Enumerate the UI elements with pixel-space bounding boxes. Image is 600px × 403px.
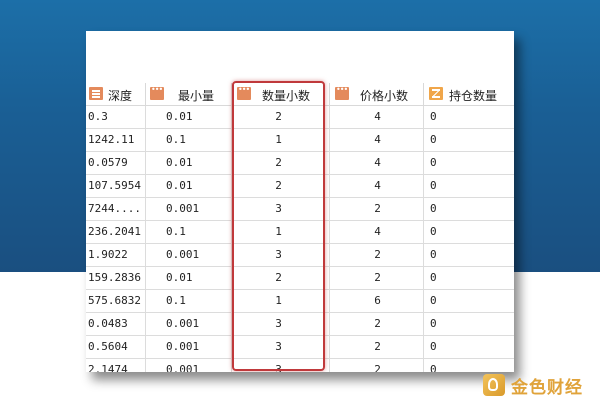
column-header-label: 数量小数 [262, 89, 311, 103]
table-cell: 4 [330, 175, 424, 197]
hourglass-icon [429, 87, 443, 100]
table-cell: 0.01 [146, 152, 232, 174]
table-cell: 0 [430, 110, 437, 123]
table-cell: 236.2041 [86, 221, 146, 243]
table-cell: 159.2836 [86, 267, 146, 289]
table-cell: 0.001 [146, 336, 232, 358]
list-icon [89, 87, 103, 100]
table-cell: 6 [330, 290, 424, 312]
column-header-label: 价格小数 [360, 89, 409, 103]
table-row[interactable]: 1242.11 0.1 1 4 0 [86, 129, 514, 152]
table-cell: 575.6832 [86, 290, 146, 312]
table-cell: 2 [232, 106, 330, 128]
table-cell: 0 [430, 340, 437, 353]
table-cell: 1 [232, 129, 330, 151]
table-row[interactable]: 1.9022 0.001 3 2 0 [86, 244, 514, 267]
table-cell: 0.01 [146, 175, 232, 197]
table-cell: 1 [232, 221, 330, 243]
table-row[interactable]: 107.5954 0.01 2 4 0 [86, 175, 514, 198]
table-cell: 1.9022 [86, 244, 146, 266]
table-cell: 0 [430, 317, 437, 330]
table-row[interactable]: 0.0483 0.001 3 2 0 [86, 313, 514, 336]
table-cell: 107.5954 [86, 175, 146, 197]
table-cell: 2 [330, 359, 424, 372]
table-cell: 3 [232, 359, 330, 372]
table-cell: 2 [232, 152, 330, 174]
table-cell: 0 [430, 202, 437, 215]
table-cell: 2 [330, 313, 424, 335]
column-header-price-decimals[interactable]: 价格小数 [330, 83, 424, 105]
table-cell: 7244.... [86, 198, 146, 220]
table-cell: 2 [232, 267, 330, 289]
table-row[interactable]: 159.2836 0.01 2 2 0 [86, 267, 514, 290]
table-row[interactable]: 0.0579 0.01 2 4 0 [86, 152, 514, 175]
column-header-position-qty[interactable]: 持仓数量 [424, 83, 514, 105]
table-row[interactable]: 2.1474 0.001 3 2 0 [86, 359, 514, 372]
table-cell: 2 [330, 267, 424, 289]
table-header: 深度 最小量 数量小数 价格小数 持仓数量 [86, 83, 514, 106]
table-cell: 0 [430, 294, 437, 307]
table-cell: 2 [330, 198, 424, 220]
table-row[interactable]: 7244.... 0.001 3 2 0 [86, 198, 514, 221]
table-cell: 2 [330, 336, 424, 358]
table-cell: 0.3 [86, 106, 146, 128]
table-cell: 0.0483 [86, 313, 146, 335]
table-row[interactable]: 236.2041 0.1 1 4 0 [86, 221, 514, 244]
table-body: 0.3 0.01 2 4 0 1242.11 0.1 1 4 0 0.0579 0.01 2 4 0 107.… [86, 106, 514, 372]
table-row[interactable]: 0.3 0.01 2 4 0 [86, 106, 514, 129]
watermark-text: 金色财经 [511, 377, 583, 398]
table-cell: 3 [232, 244, 330, 266]
column-header-label: 深度 [108, 89, 133, 103]
table-cell: 1 [232, 290, 330, 312]
dots-icon [150, 85, 164, 100]
table-cell: 1242.11 [86, 129, 146, 151]
column-header-qty-decimals[interactable]: 数量小数 [232, 83, 330, 105]
table-cell: 0.1 [146, 221, 232, 243]
table-cell: 2.1474 [86, 359, 146, 372]
table-cell: 3 [232, 313, 330, 335]
jinse-logo-icon [483, 374, 505, 396]
column-header-depth[interactable]: 深度 [86, 83, 146, 105]
table-cell: 0 [430, 133, 437, 146]
table-cell: 0 [430, 363, 437, 372]
table-cell: 0 [430, 179, 437, 192]
table-cell: 0.1 [146, 129, 232, 151]
table-window: 深度 最小量 数量小数 价格小数 持仓数量 0.30.012401242.110… [86, 31, 514, 372]
table-cell: 2 [232, 175, 330, 197]
column-header-min-qty[interactable]: 最小量 [146, 83, 232, 105]
table-cell: 0.01 [146, 267, 232, 289]
table-cell: 0.1 [146, 290, 232, 312]
data-table: 深度 最小量 数量小数 价格小数 持仓数量 0.30.012401242.110… [86, 83, 514, 372]
table-cell: 0 [430, 225, 437, 238]
table-cell: 4 [330, 129, 424, 151]
table-cell: 0.001 [146, 244, 232, 266]
table-cell: 0.0579 [86, 152, 146, 174]
table-cell: 0 [430, 271, 437, 284]
watermark: 金色财经 [483, 372, 583, 398]
table-cell: 0.001 [146, 198, 232, 220]
table-cell: 4 [330, 221, 424, 243]
table-cell: 0.001 [146, 313, 232, 335]
table-cell: 4 [330, 152, 424, 174]
table-row[interactable]: 575.6832 0.1 1 6 0 [86, 290, 514, 313]
dots-icon [237, 85, 251, 100]
table-row[interactable]: 0.5604 0.001 3 2 0 [86, 336, 514, 359]
column-header-label: 最小量 [178, 89, 215, 103]
dots-icon [335, 85, 349, 100]
table-cell: 0 [430, 156, 437, 169]
column-header-label: 持仓数量 [449, 89, 498, 103]
table-cell: 0 [430, 248, 437, 261]
table-cell: 0.001 [146, 359, 232, 372]
table-cell: 2 [330, 244, 424, 266]
table-cell: 0.5604 [86, 336, 146, 358]
table-cell: 0.01 [146, 106, 232, 128]
table-cell: 3 [232, 198, 330, 220]
table-cell: 3 [232, 336, 330, 358]
table-cell: 4 [330, 106, 424, 128]
